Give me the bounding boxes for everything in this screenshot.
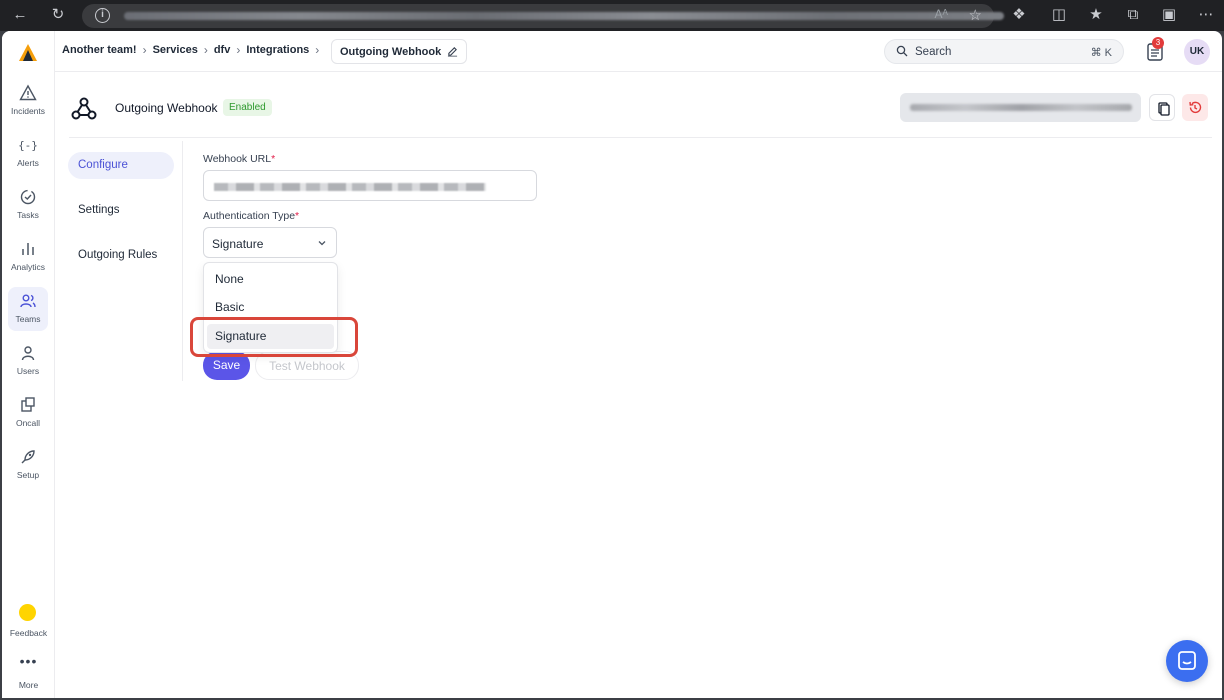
copy-icon	[1158, 102, 1170, 116]
copy-button[interactable]	[1149, 94, 1175, 121]
chevron-right-icon: ›	[236, 43, 241, 57]
webhook-id-field	[900, 93, 1141, 122]
favorites-icon[interactable]: ★	[1087, 6, 1105, 24]
webhook-icon	[71, 97, 97, 120]
chat-button[interactable]	[1166, 640, 1208, 682]
breadcrumb: Another team! › Services › dfv › Integratio…	[62, 43, 325, 57]
auth-type-select[interactable]: Signature	[203, 227, 337, 258]
alert-triangle-icon	[19, 84, 37, 101]
history-button[interactable]	[1182, 94, 1208, 121]
check-circle-icon	[20, 189, 36, 205]
tab-settings[interactable]: Settings	[68, 197, 174, 224]
split-screen-icon[interactable]: ◫	[1050, 6, 1068, 24]
edit-icon[interactable]	[447, 46, 458, 57]
breadcrumb-current[interactable]: Outgoing Webhook	[331, 39, 468, 64]
svg-text:{-}: {-}	[19, 139, 37, 152]
url-text-blurred	[124, 12, 1004, 20]
oncall-icon	[21, 397, 35, 412]
search-icon	[896, 45, 908, 57]
search-placeholder: Search	[915, 46, 952, 58]
breadcrumb-services[interactable]: Services	[153, 44, 198, 56]
braces-icon: {-}	[19, 139, 37, 152]
collections-icon[interactable]: ⧉	[1124, 6, 1142, 24]
sidebar-item-incidents[interactable]: Incidents	[8, 79, 48, 123]
header-divider	[69, 137, 1212, 138]
chat-icon	[1178, 651, 1196, 670]
breadcrumb-current-label: Outgoing Webhook	[340, 45, 442, 58]
extensions-icon[interactable]: ❖	[1010, 6, 1028, 24]
bar-chart-icon	[22, 243, 34, 255]
search-shortcut: ⌘ K	[1090, 47, 1112, 59]
address-bar[interactable]: i Aᴬ ☆	[82, 4, 1004, 28]
feedback-dot-icon[interactable]	[19, 604, 36, 621]
more-dots-icon[interactable]: •••	[2, 653, 55, 669]
sidebar-item-alerts[interactable]: {-} Alerts	[8, 131, 48, 175]
sidebar-item-label: Oncall	[15, 418, 41, 428]
rocket-icon	[21, 450, 35, 464]
sidebar-item-label: Users	[16, 366, 40, 376]
history-icon	[1189, 101, 1202, 114]
logo-icon[interactable]	[16, 41, 40, 65]
status-badge: Enabled	[223, 99, 272, 116]
sidebar-item-setup[interactable]: Setup	[8, 443, 48, 487]
sidebar-item-feedback[interactable]: Feedback	[2, 628, 55, 638]
breadcrumb-integrations[interactable]: Integrations	[246, 44, 309, 56]
webhook-id-blurred	[910, 104, 1132, 111]
top-bar: Another team! › Services › dfv › Integratio…	[55, 31, 1222, 72]
sidebar-item-analytics[interactable]: Analytics	[8, 235, 48, 279]
webhook-url-label: Webhook URL*	[203, 153, 276, 165]
sidebar-item-label: Analytics	[10, 262, 45, 272]
auth-type-value: Signature	[212, 237, 264, 251]
auth-type-label: Authentication Type*	[203, 210, 300, 222]
browser-toolbar: ← ↻ i Aᴬ ☆ ❖ ◫ ★ ⧉ ▣ ⋯	[0, 0, 1224, 31]
search-input[interactable]: Search ⌘ K	[884, 39, 1124, 64]
favorite-star-icon[interactable]: ☆	[969, 6, 982, 24]
breadcrumb-service[interactable]: dfv	[214, 44, 231, 56]
browser-essentials-icon[interactable]: ▣	[1160, 6, 1178, 24]
avatar[interactable]: UK	[1184, 39, 1210, 65]
sidebar-item-label: Tasks	[17, 210, 39, 220]
page-title: Outgoing Webhook	[115, 101, 218, 115]
chevron-right-icon: ›	[203, 43, 208, 57]
sidebar-item-label: Alerts	[17, 158, 39, 168]
tabs-divider	[182, 141, 183, 381]
sidebar-item-tasks[interactable]: Tasks	[8, 183, 48, 227]
sidebar-item-users[interactable]: Users	[8, 339, 48, 383]
webhook-url-field[interactable]	[203, 170, 537, 201]
breadcrumb-team[interactable]: Another team!	[62, 44, 137, 56]
sidebar-item-label: Incidents	[10, 106, 46, 116]
settings-more-icon[interactable]: ⋯	[1197, 6, 1215, 24]
user-icon	[21, 346, 35, 361]
webhook-url-blurred	[214, 183, 486, 191]
sidebar-item-label: Setup	[16, 470, 40, 480]
reload-icon[interactable]: ↻	[49, 6, 67, 24]
back-arrow-icon[interactable]: ←	[11, 6, 29, 24]
tab-configure[interactable]: Configure	[68, 152, 174, 179]
sidebar-item-teams[interactable]: Teams	[8, 287, 48, 331]
notification-badge: 3	[1152, 37, 1164, 49]
info-icon[interactable]: i	[95, 8, 110, 23]
tab-outgoing-rules[interactable]: Outgoing Rules	[68, 242, 174, 269]
sidebar-item-more[interactable]: More	[2, 680, 55, 690]
option-none[interactable]: None	[207, 267, 334, 292]
sidebar: Incidents {-} Alerts Tasks Analytics Tea…	[2, 31, 55, 698]
users-icon	[20, 294, 36, 308]
read-aloud-icon[interactable]: Aᴬ	[935, 7, 948, 21]
app-window: Incidents {-} Alerts Tasks Analytics Tea…	[2, 31, 1222, 698]
chevron-down-icon	[318, 241, 326, 246]
chevron-right-icon: ›	[142, 43, 147, 57]
chevron-right-icon: ›	[315, 43, 320, 57]
sidebar-item-oncall[interactable]: Oncall	[8, 391, 48, 435]
highlight-annotation	[190, 317, 358, 357]
sidebar-item-label: Teams	[15, 314, 41, 324]
